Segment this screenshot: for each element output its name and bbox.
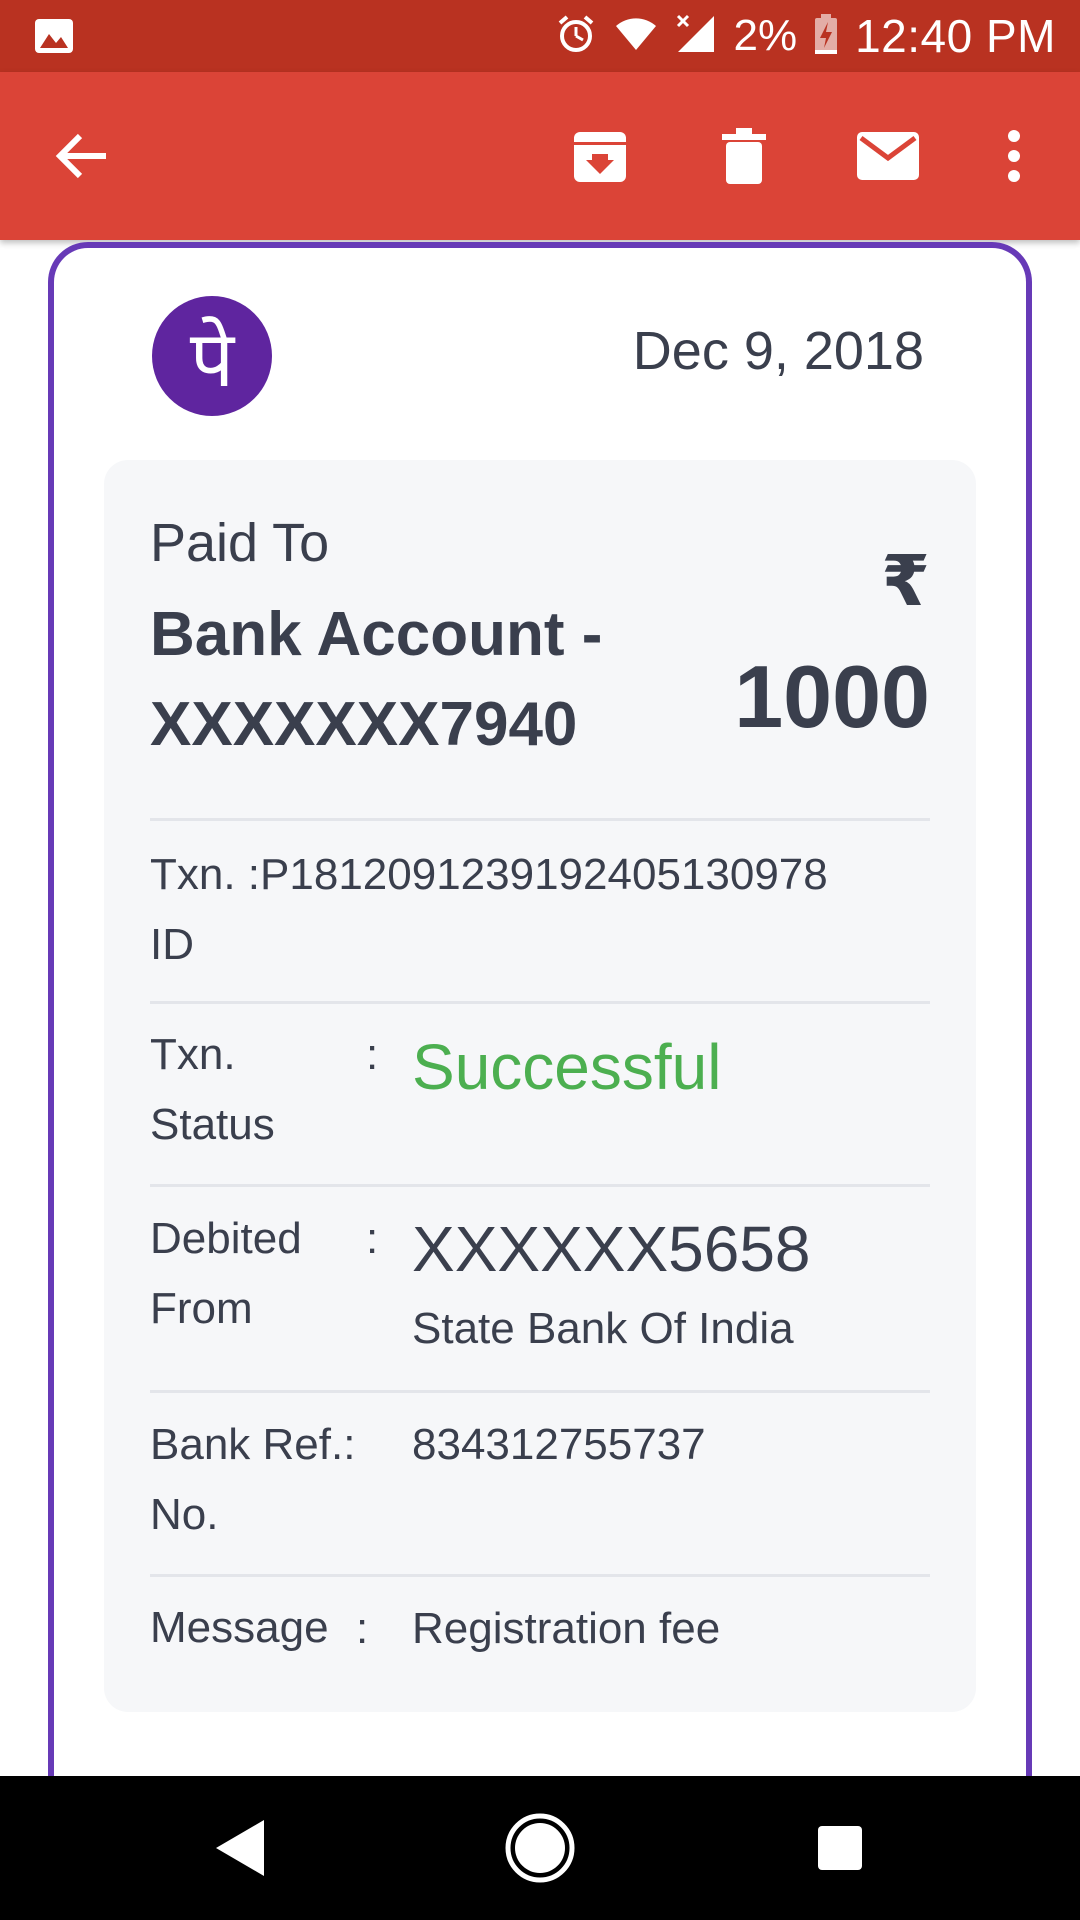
battery-charging-icon [815, 13, 838, 59]
receipt-date: Dec 9, 2018 [632, 321, 924, 381]
debited-account: XXXXXX5658 [412, 1213, 811, 1285]
delete-icon[interactable] [708, 120, 780, 192]
divider [150, 1184, 930, 1187]
txn-id-value: P1812091239192405130978 [260, 850, 828, 899]
debited-from-colon: : [366, 1214, 379, 1263]
divider [150, 1001, 930, 1004]
navigation-bar [0, 1776, 1080, 1920]
payee-account: Bank Account - XXXXXXX7940 [150, 590, 670, 770]
payee-account-number: XXXXXXX7940 [150, 690, 578, 759]
archive-icon[interactable] [564, 120, 636, 192]
mail-icon[interactable] [852, 120, 924, 192]
more-vert-icon[interactable] [978, 120, 1050, 192]
status-bar: 2% 12:40 PM [0, 0, 1080, 72]
divider [150, 818, 930, 821]
message-label: Message [150, 1603, 329, 1652]
txn-id-row: Txn. :P1812091239192405130978 ID [150, 840, 940, 980]
txn-id-label-2: ID [150, 920, 194, 969]
payee-account-line1: Bank Account - [150, 600, 603, 669]
txn-status-label: Txn. Status [150, 1030, 275, 1149]
battery-percent: 2% [733, 11, 798, 60]
back-arrow-icon[interactable] [46, 120, 118, 192]
phonepe-logo: पे [152, 296, 272, 416]
signal-icon [676, 14, 716, 59]
divider [150, 1574, 930, 1577]
debited-bank: State Bank Of India [412, 1304, 794, 1353]
divider [150, 1390, 930, 1393]
txn-status-colon: : [366, 1030, 379, 1079]
wifi-icon [614, 16, 658, 57]
debited-from-label: Debited From [150, 1214, 302, 1333]
bank-ref-value: 834312755737 [412, 1420, 706, 1469]
txn-status-value: Successful [412, 1031, 722, 1103]
app-bar [0, 72, 1080, 240]
rupee-symbol: ₹ [881, 540, 930, 622]
clock: 12:40 PM [855, 10, 1056, 62]
nav-home-icon[interactable] [500, 1808, 580, 1888]
message-colon: : [356, 1604, 369, 1653]
bank-ref-label: Bank Ref.: No. [150, 1420, 356, 1539]
paid-to-label: Paid To [150, 513, 330, 573]
amount: 1000 [734, 647, 930, 746]
alarm-icon [556, 14, 596, 59]
txn-id-label: Txn. : [150, 850, 261, 899]
image-icon [34, 18, 74, 54]
nav-recents-icon[interactable] [800, 1808, 880, 1888]
message-value: Registration fee [412, 1604, 721, 1653]
nav-back-icon[interactable] [200, 1808, 280, 1888]
